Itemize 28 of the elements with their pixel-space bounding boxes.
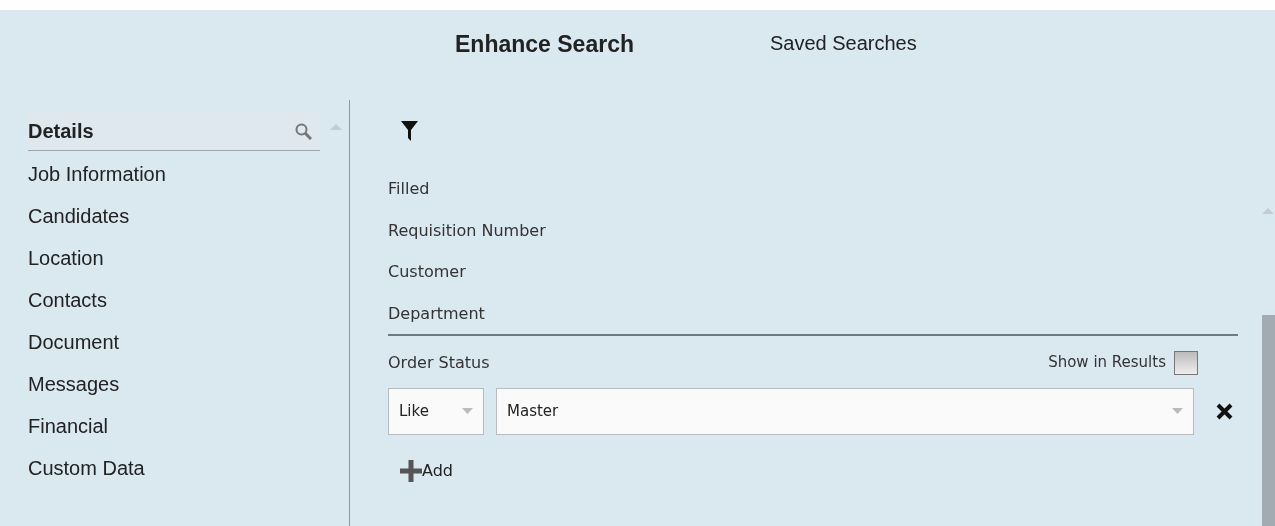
sidebar-item[interactable]: Document <box>28 321 120 363</box>
search-icon[interactable] <box>295 122 312 140</box>
sidebar-header: Details <box>28 119 94 144</box>
criterion-label: Order Status <box>388 352 490 374</box>
filter-icon[interactable] <box>401 120 418 141</box>
field-item[interactable]: Customer <box>388 251 466 293</box>
show-in-results-label: Show in Results <box>1048 352 1166 373</box>
value-dropdown[interactable]: Master <box>496 387 1194 435</box>
sidebar-item[interactable]: Custom Data <box>28 447 145 489</box>
add-button[interactable]: Add <box>400 458 453 483</box>
sidebar-item[interactable]: Candidates <box>28 195 130 237</box>
plus-icon <box>400 459 422 482</box>
scrollbar-thumb[interactable] <box>1262 315 1275 526</box>
caret-icon <box>1172 408 1183 414</box>
checkbox[interactable] <box>1174 350 1198 375</box>
tab[interactable]: Enhance Search <box>455 27 634 59</box>
field-item[interactable]: Department <box>388 292 485 334</box>
tab[interactable]: Saved Searches <box>769 27 917 59</box>
field-item[interactable]: Filled <box>388 168 430 210</box>
close-icon[interactable] <box>1216 402 1233 420</box>
sidebar-item[interactable]: Financial <box>28 405 109 447</box>
sidebar-item[interactable]: Contacts <box>28 279 107 321</box>
sidebar-item[interactable]: Messages <box>28 363 120 405</box>
caret-icon <box>462 408 473 414</box>
operator-dropdown[interactable]: Like <box>388 387 484 435</box>
field-item[interactable]: Requisition Number <box>388 209 546 251</box>
sidebar-item[interactable]: Job Information <box>28 153 166 195</box>
sidebar-item[interactable]: Location <box>28 237 104 279</box>
